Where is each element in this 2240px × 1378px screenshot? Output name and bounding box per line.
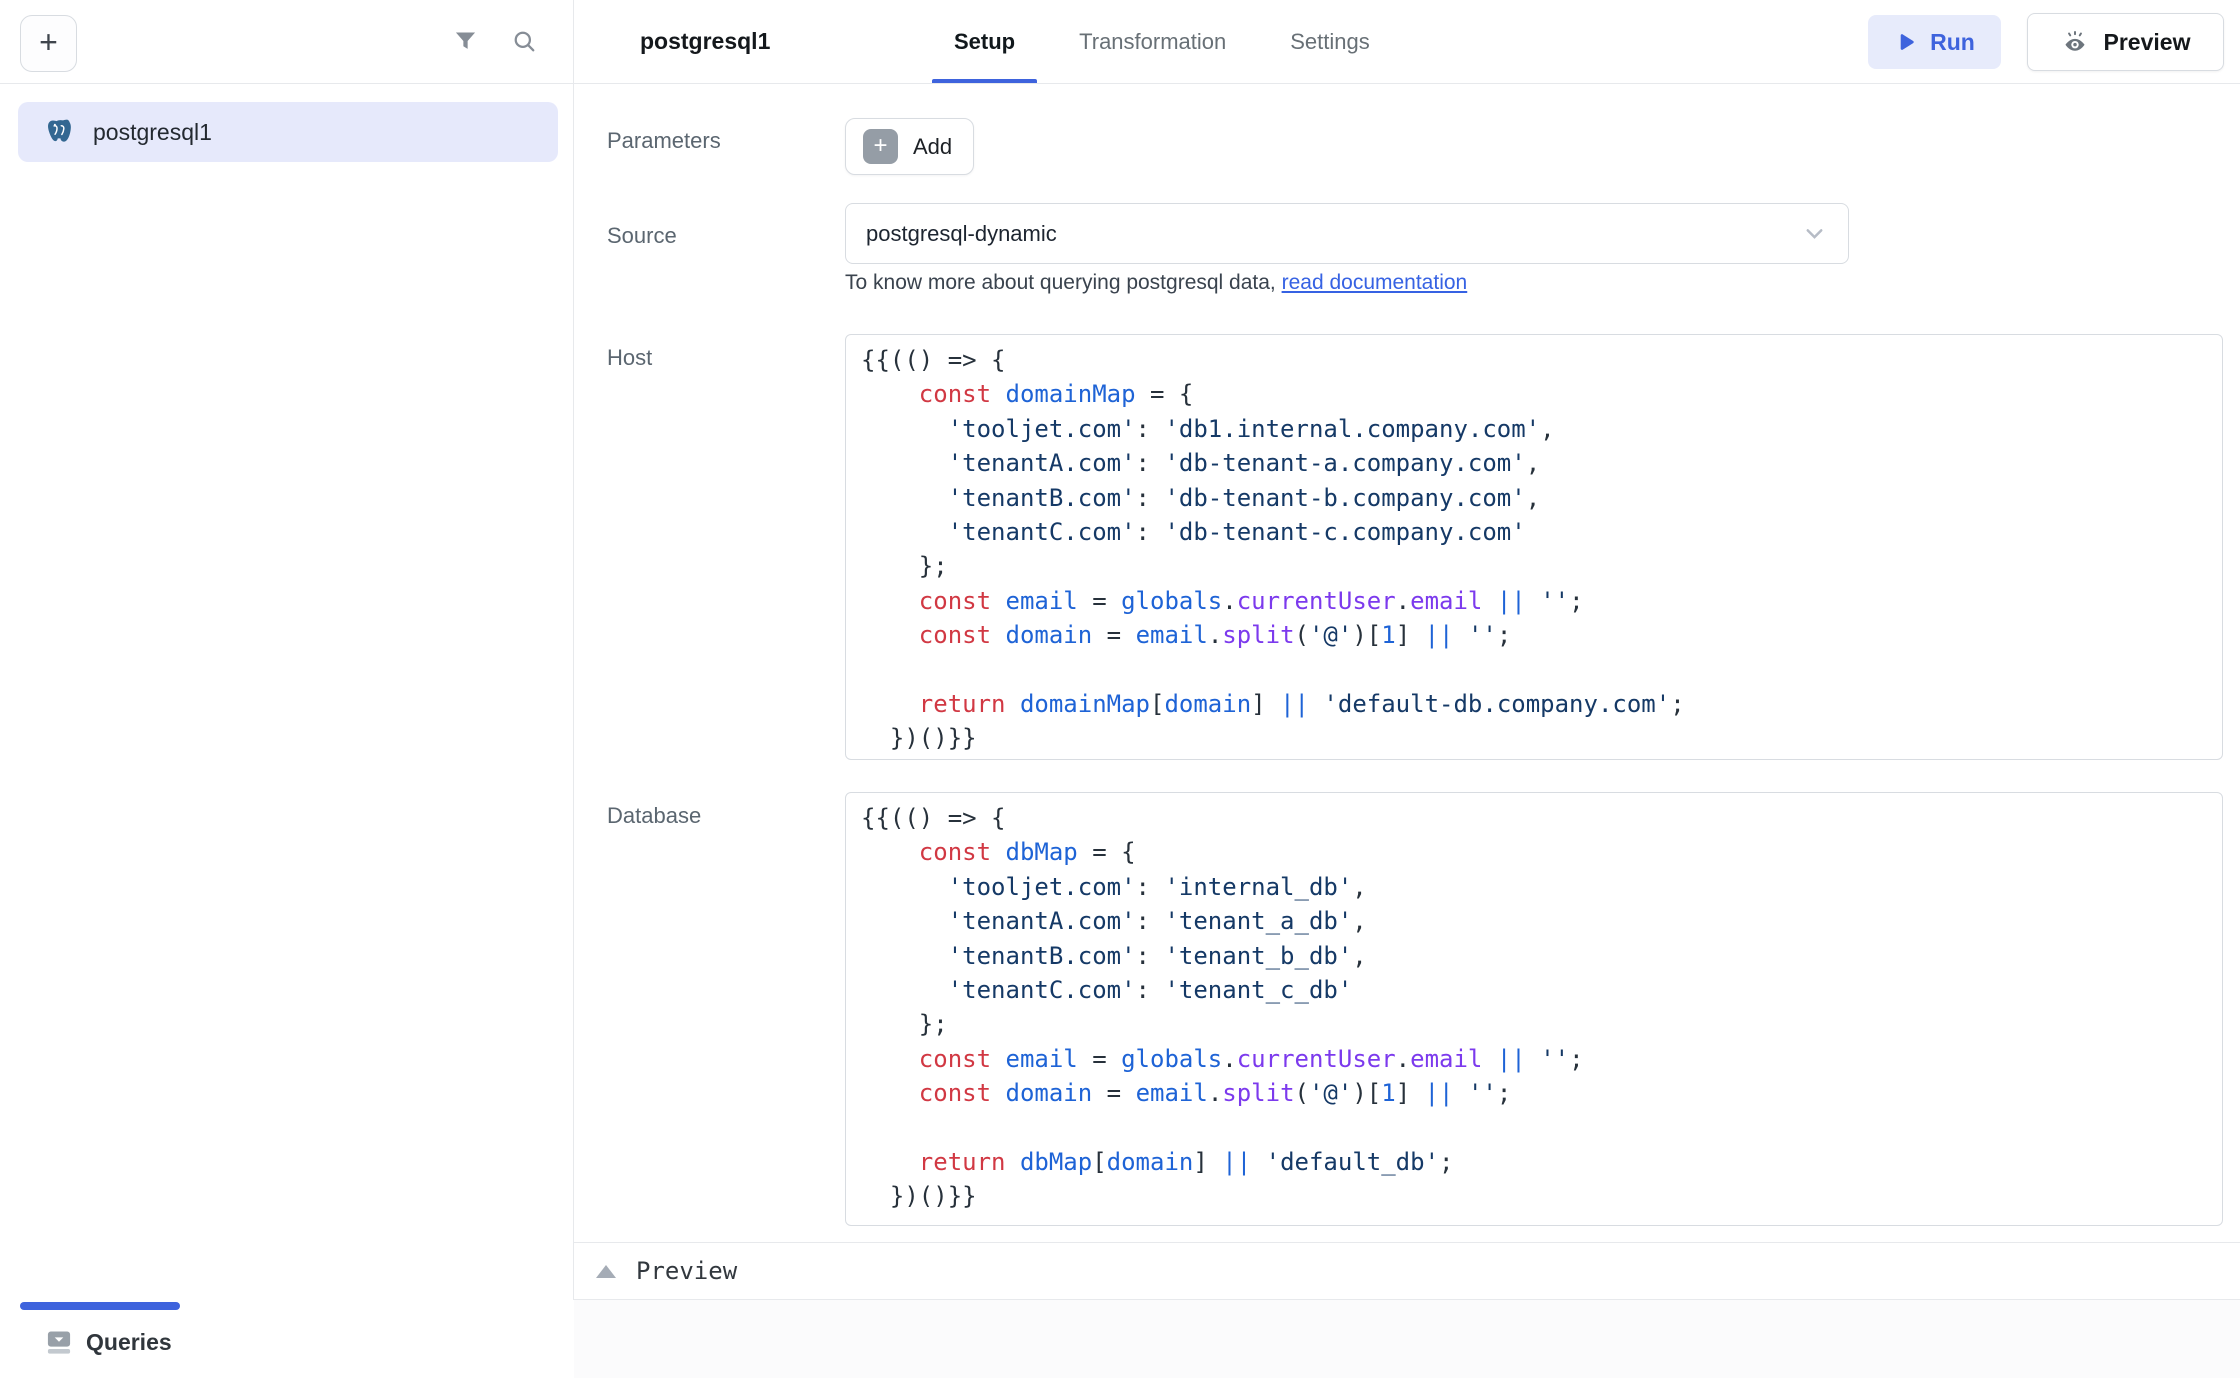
doc-hint-text: To know more about querying postgresql d…: [845, 271, 1282, 294]
run-button-label: Run: [1930, 29, 1975, 56]
active-panel-indicator: [20, 1302, 180, 1310]
tab-settings[interactable]: Settings: [1268, 0, 1392, 83]
source-select[interactable]: postgresql-dynamic: [845, 203, 1849, 264]
plus-icon: [863, 129, 898, 164]
bottom-canvas-area: [574, 1300, 2240, 1378]
source-label: Source: [607, 223, 677, 249]
queries-panel-label: Queries: [86, 1329, 172, 1356]
bottom-panel-bar: Queries: [0, 1300, 2240, 1378]
postgresql-icon: [45, 117, 76, 148]
sidebar-toolbar: +: [0, 0, 573, 84]
filter-icon[interactable]: [452, 28, 479, 55]
add-parameter-button[interactable]: Add: [845, 118, 974, 175]
query-list-item-postgresql1[interactable]: postgresql1: [18, 102, 558, 162]
host-code-editor[interactable]: {{(() => { const domainMap = { 'tooljet.…: [845, 334, 2223, 760]
collapse-triangle-icon: [596, 1265, 616, 1278]
database-code-editor[interactable]: {{(() => { const dbMap = { 'tooljet.com'…: [845, 792, 2223, 1226]
query-editor-app: + postgresql1 postgresql1 Setup Transfor…: [0, 0, 2240, 1378]
tab-setup[interactable]: Setup: [932, 0, 1037, 83]
query-tabs: Setup Transformation Settings: [932, 0, 1392, 83]
plus-icon: +: [39, 26, 58, 58]
eye-icon: [2061, 28, 2089, 56]
query-title: postgresql1: [640, 0, 770, 83]
database-label: Database: [607, 803, 701, 829]
search-icon[interactable]: [511, 28, 538, 55]
host-label: Host: [607, 345, 652, 371]
preview-button-label: Preview: [2104, 29, 2191, 56]
play-icon: [1894, 31, 1917, 54]
preview-section-label: Preview: [636, 1257, 737, 1285]
add-parameter-label: Add: [913, 134, 952, 160]
chevron-down-icon: [1801, 220, 1828, 247]
read-documentation-link[interactable]: read documentation: [1282, 271, 1468, 294]
query-item-label: postgresql1: [93, 119, 212, 146]
preview-button[interactable]: Preview: [2027, 13, 2224, 71]
query-list-sidebar: + postgresql1: [0, 0, 574, 1300]
tab-transformation[interactable]: Transformation: [1057, 0, 1248, 83]
run-button[interactable]: Run: [1868, 15, 2001, 69]
source-select-value: postgresql-dynamic: [866, 221, 1801, 247]
new-query-button[interactable]: +: [20, 15, 77, 72]
setup-panel: Parameters Add Source postgresql-dynamic…: [574, 84, 2240, 1242]
parameters-label: Parameters: [607, 128, 721, 154]
queries-panel-tab[interactable]: Queries: [45, 1328, 172, 1356]
queries-panel-icon: [45, 1328, 73, 1356]
preview-section-toggle[interactable]: Preview: [574, 1242, 2240, 1300]
source-doc-hint: To know more about querying postgresql d…: [845, 271, 1467, 295]
query-header: postgresql1 Setup Transformation Setting…: [574, 0, 2240, 84]
